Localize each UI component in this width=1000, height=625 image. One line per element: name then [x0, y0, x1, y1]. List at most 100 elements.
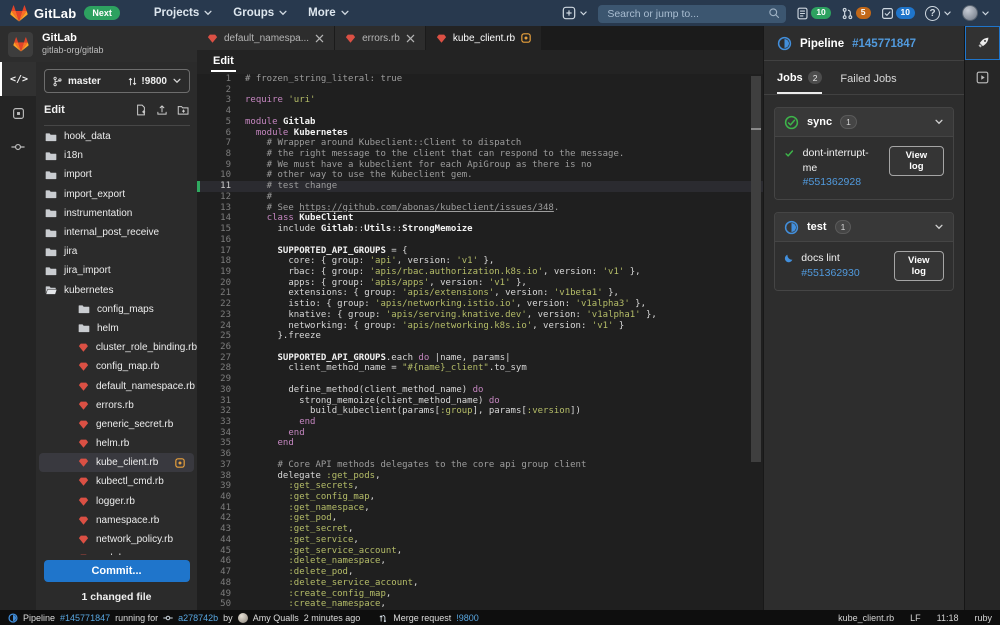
tree-item-helm[interactable]: helm — [36, 319, 197, 338]
right-rail-pipelines[interactable] — [965, 26, 1000, 60]
code-line-33[interactable]: 33 end — [197, 417, 763, 428]
code-line-1[interactable]: 1 # frozen_string_literal: true — [197, 74, 763, 85]
code-line-45[interactable]: 45 :get_service_account, — [197, 546, 763, 557]
job-id-link[interactable]: #551362928 — [803, 176, 861, 188]
tree-item-logger.rb[interactable]: logger.rb — [36, 492, 197, 511]
job-id-link[interactable]: #551362930 — [801, 267, 859, 279]
close-icon[interactable] — [406, 34, 415, 43]
code-line-44[interactable]: 44 :get_service, — [197, 535, 763, 546]
code-line-10[interactable]: 10 # other way to use the Kubeclient gem… — [197, 170, 763, 181]
tree-item-import[interactable]: import — [36, 165, 197, 184]
tree-item-default_namespace.rb[interactable]: default_namespace.rb — [36, 376, 197, 395]
code-line-36[interactable]: 36 — [197, 449, 763, 460]
tree-item-kubectl_cmd.rb[interactable]: kubectl_cmd.rb — [36, 472, 197, 491]
tree-item-internal_post_receive[interactable]: internal_post_receive — [36, 223, 197, 242]
code-line-24[interactable]: 24 networking: { group: 'apis/networking… — [197, 321, 763, 332]
code-line-37[interactable]: 37 # Core API methods delegates to the c… — [197, 460, 763, 471]
tree-item-network_policy.rb[interactable]: network_policy.rb — [36, 530, 197, 549]
sidebar-rail-edit[interactable]: </> — [0, 62, 36, 96]
tree-item-errors.rb[interactable]: errors.rb — [36, 396, 197, 415]
code-line-34[interactable]: 34 end — [197, 428, 763, 439]
tree-item-hook_data[interactable]: hook_data — [36, 127, 197, 146]
statusbar-language[interactable]: ruby — [974, 613, 992, 623]
tree-item-i18n[interactable]: i18n — [36, 146, 197, 165]
statusbar-line-ending[interactable]: LF — [910, 613, 921, 623]
code-line-38[interactable]: 38 delegate :get_pods, — [197, 471, 763, 482]
stage-header-sync[interactable]: sync 1 — [775, 108, 953, 136]
code-line-18[interactable]: 18 core: { group: 'api', version: 'v1' }… — [197, 256, 763, 267]
code-line-47[interactable]: 47 :delete_pod, — [197, 567, 763, 578]
code-line-26[interactable]: 26 — [197, 342, 763, 353]
code-line-21[interactable]: 21 extensions: { group: 'apis/extensions… — [197, 288, 763, 299]
code-line-7[interactable]: 7 # Wrapper around Kubeclient::Client to… — [197, 138, 763, 149]
view-log-button[interactable]: View log — [888, 146, 944, 176]
code-line-29[interactable]: 29 — [197, 374, 763, 385]
counter-issues[interactable]: 10 — [796, 7, 831, 20]
pipeline-tab-jobs[interactable]: Jobs 2 — [777, 71, 823, 94]
pipeline-id-link[interactable]: #145771847 — [852, 38, 916, 50]
view-log-button[interactable]: View log — [893, 251, 944, 282]
code-line-49[interactable]: 49 :create_config_map, — [197, 589, 763, 600]
code-line-40[interactable]: 40 :get_config_map, — [197, 492, 763, 503]
code-line-12[interactable]: 12 # — [197, 192, 763, 203]
code-line-22[interactable]: 22 istio: { group: 'apis/networking.isti… — [197, 299, 763, 310]
code-line-11[interactable]: 11 # test change — [197, 181, 763, 192]
help-menu-button[interactable]: ? — [925, 5, 952, 21]
top-menu-projects[interactable]: Projects — [154, 7, 213, 19]
tree-item-config_map.rb[interactable]: config_map.rb — [36, 357, 197, 376]
code-line-15[interactable]: 15 include Gitlab::Utils::StrongMemoize — [197, 224, 763, 235]
new-folder-icon[interactable] — [177, 104, 190, 116]
user-menu-button[interactable] — [962, 5, 990, 21]
project-header[interactable]: GitLab gitlab-org/gitlab — [0, 26, 197, 62]
pipeline-tab-failed-jobs[interactable]: Failed Jobs — [840, 71, 896, 94]
code-line-17[interactable]: 17 SUPPORTED_API_GROUPS = { — [197, 246, 763, 257]
code-line-23[interactable]: 23 knative: { group: 'apis/serving.knati… — [197, 310, 763, 321]
statusbar-commit-link[interactable]: a278742b — [178, 613, 218, 623]
code-line-4[interactable]: 4 — [197, 106, 763, 117]
sidebar-rail-commit[interactable] — [0, 130, 36, 164]
commit-button[interactable]: Commit... — [43, 560, 190, 582]
new-file-icon[interactable] — [135, 104, 147, 116]
gitlab-home-link[interactable]: GitLab Next — [10, 4, 120, 22]
close-icon[interactable] — [315, 34, 324, 43]
editor-scrollbar[interactable] — [751, 74, 761, 610]
upload-file-icon[interactable] — [156, 104, 168, 116]
code-line-48[interactable]: 48 :delete_service_account, — [197, 578, 763, 589]
code-line-39[interactable]: 39 :get_secrets, — [197, 481, 763, 492]
code-line-19[interactable]: 19 rbac: { group: 'apis/rbac.authorizati… — [197, 267, 763, 278]
tree-item-kubernetes[interactable]: kubernetes — [36, 281, 197, 300]
code-line-6[interactable]: 6 module Kubernetes — [197, 128, 763, 139]
counter-merge-requests[interactable]: 5 — [841, 7, 871, 20]
top-menu-more[interactable]: More — [308, 7, 349, 19]
tree-item-instrumentation[interactable]: instrumentation — [36, 204, 197, 223]
statusbar-pipeline-id-link[interactable]: #145771847 — [60, 613, 110, 623]
tree-item-generic_secret.rb[interactable]: generic_secret.rb — [36, 415, 197, 434]
code-line-9[interactable]: 9 # We must have a kubeclient for each A… — [197, 160, 763, 171]
tree-item-kube_client.rb[interactable]: kube_client.rb — [39, 453, 194, 473]
top-menu-groups[interactable]: Groups — [233, 7, 288, 19]
code-line-16[interactable]: 16 — [197, 235, 763, 246]
editor-tab-default_namespa...[interactable]: default_namespa... — [197, 26, 335, 50]
code-line-27[interactable]: 27 SUPPORTED_API_GROUPS.each do |name, p… — [197, 353, 763, 364]
code-line-46[interactable]: 46 :delete_namespace, — [197, 556, 763, 567]
editor-tab-errors.rb[interactable]: errors.rb — [335, 26, 425, 50]
statusbar-mr-link[interactable]: !9800 — [456, 613, 479, 623]
code-line-43[interactable]: 43 :get_secret, — [197, 524, 763, 535]
tree-item-namespace.rb[interactable]: namespace.rb — [36, 511, 197, 530]
code-line-13[interactable]: 13 # See https://github.com/abonas/kubec… — [197, 203, 763, 214]
code-line-42[interactable]: 42 :get_pod, — [197, 513, 763, 524]
tree-item-config_maps[interactable]: config_maps — [36, 300, 197, 319]
code-line-31[interactable]: 31 strong_memoize(client_method_name) do — [197, 396, 763, 407]
tree-item-helm.rb[interactable]: helm.rb — [36, 434, 197, 453]
code-line-20[interactable]: 20 apps: { group: 'apis/apps', version: … — [197, 278, 763, 289]
code-line-2[interactable]: 2 — [197, 85, 763, 96]
code-line-50[interactable]: 50 :create_namespace, — [197, 599, 763, 610]
code-line-30[interactable]: 30 define_method(client_method_name) do — [197, 385, 763, 396]
code-line-28[interactable]: 28 client_method_name = "#{name}_client"… — [197, 363, 763, 374]
branch-selector-button[interactable]: master !9800 — [44, 69, 190, 93]
tree-item-import_export[interactable]: import_export — [36, 185, 197, 204]
tree-item-cluster_role_binding.rb[interactable]: cluster_role_binding.rb — [36, 338, 197, 357]
code-line-14[interactable]: 14 class KubeClient — [197, 213, 763, 224]
tree-item-jira_import[interactable]: jira_import — [36, 261, 197, 280]
code-line-5[interactable]: 5 module Gitlab — [197, 117, 763, 128]
